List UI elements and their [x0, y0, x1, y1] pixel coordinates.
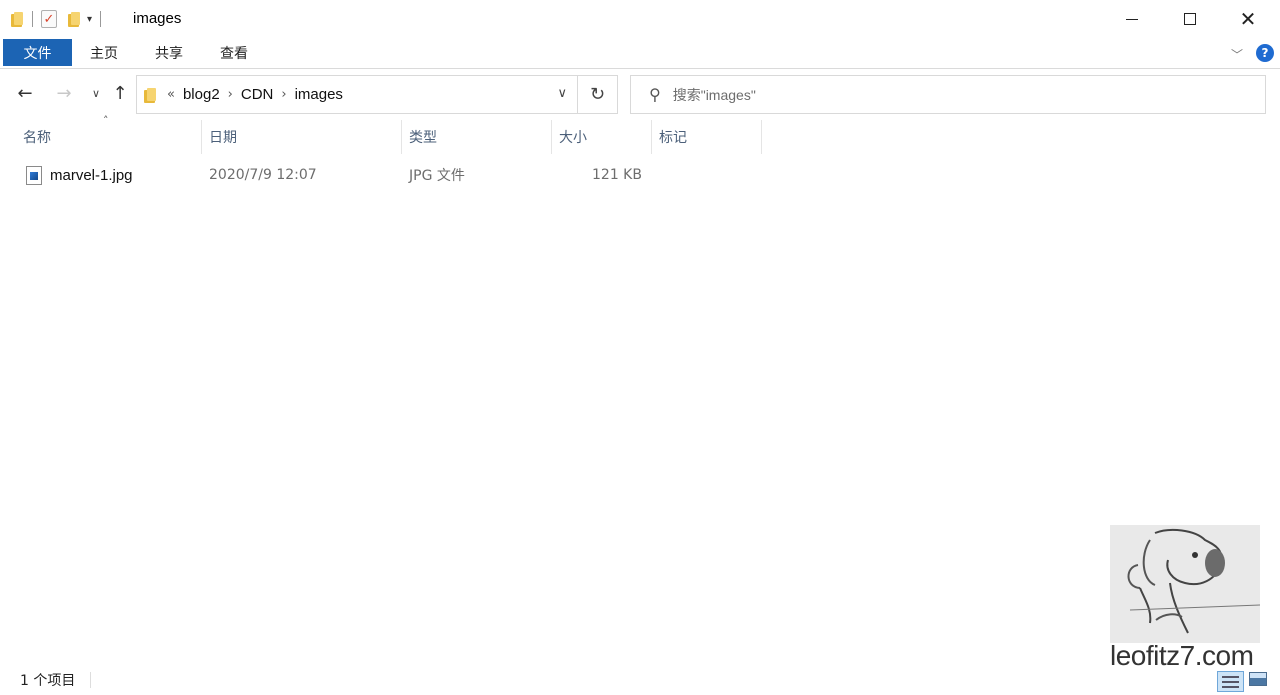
quick-access-toolbar: ✓ ▾ [10, 6, 109, 32]
details-view-icon[interactable] [1217, 671, 1244, 692]
refresh-icon: ↻ [589, 84, 606, 105]
column-header-date[interactable]: 日期 [201, 120, 401, 154]
tab-file[interactable]: 文件 [3, 39, 72, 66]
search-input[interactable]: ⚲ 搜索"images" [630, 75, 1266, 114]
file-type: JPG 文件 [409, 168, 465, 184]
maximize-icon [1184, 13, 1196, 25]
expand-ribbon-chevron-icon[interactable]: ﹀ [1231, 46, 1243, 63]
title-bar: ✓ ▾ images ✕ [0, 0, 1280, 38]
column-header-type[interactable]: 类型 [401, 120, 551, 154]
folder-icon [143, 87, 157, 103]
new-folder-icon[interactable] [67, 11, 81, 27]
large-icons-view-icon[interactable] [1249, 672, 1267, 686]
status-separator [90, 672, 91, 688]
recent-locations-chevron-icon[interactable]: ∨ [85, 82, 107, 104]
column-header-tags[interactable]: 标记 [651, 120, 761, 154]
file-date: 2020/7/9 12:07 [209, 167, 317, 183]
back-arrow-icon[interactable]: ← [14, 82, 36, 104]
breadcrumb-images[interactable]: images [295, 86, 343, 103]
search-icon: ⚲ [649, 85, 661, 104]
breadcrumb-blog2[interactable]: blog2 [183, 86, 220, 103]
item-count: 1 个项目 [20, 673, 76, 689]
breadcrumb-separator-icon[interactable]: › [228, 87, 233, 102]
column-header-name[interactable]: 名称 [15, 120, 201, 154]
breadcrumb-cdn[interactable]: CDN [241, 86, 274, 103]
customize-toolbar-dropdown-icon[interactable]: ▾ [87, 14, 92, 25]
tab-view[interactable]: 查看 [204, 39, 264, 66]
file-name-cell[interactable]: marvel-1.jpg [20, 158, 133, 192]
help-icon[interactable]: ? [1256, 44, 1274, 62]
file-row[interactable]: marvel-1.jpg 2020/7/9 12:07 JPG 文件 121 K… [20, 158, 660, 192]
jpg-file-icon [26, 165, 42, 185]
column-resize-handle[interactable] [761, 120, 762, 154]
overflow-chevron-icon[interactable]: « [167, 87, 175, 102]
watermark-dog-logo [1110, 525, 1260, 643]
search-placeholder: 搜索"images" [672, 86, 756, 103]
navigation-bar: ← → ∨ ↑ « blog2 › CDN › images ∨ ↻ ⚲ 搜索"… [0, 70, 1280, 118]
address-bar[interactable]: « blog2 › CDN › images ∨ [136, 75, 578, 114]
toolbar-separator [100, 11, 102, 27]
dog-sketch-icon [1127, 528, 1260, 634]
close-icon: ✕ [1239, 7, 1257, 31]
column-header-size[interactable]: 大小 [551, 120, 651, 154]
file-name: marvel-1.jpg [50, 166, 133, 184]
refresh-button[interactable]: ↻ [578, 75, 618, 114]
properties-icon[interactable]: ✓ [41, 10, 57, 28]
close-button[interactable]: ✕ [1219, 0, 1277, 38]
breadcrumb-separator-icon[interactable]: › [281, 87, 286, 102]
forward-arrow-icon[interactable]: → [53, 82, 75, 104]
ribbon: 文件 主页 共享 查看 ﹀ ? [0, 38, 1280, 69]
address-dropdown-chevron-icon[interactable]: ∨ [557, 86, 567, 101]
status-bar: 1 个项目 [0, 666, 1280, 695]
window-title: images [133, 10, 182, 27]
folder-icon[interactable] [10, 11, 24, 27]
column-header-row: 名称 日期 类型 大小 标记 [0, 120, 1280, 154]
minimize-icon [1126, 18, 1138, 20]
maximize-button[interactable] [1161, 0, 1219, 38]
tab-home[interactable]: 主页 [74, 39, 134, 66]
file-size: 121 KB [592, 167, 642, 183]
tab-share[interactable]: 共享 [138, 39, 200, 66]
up-arrow-icon[interactable]: ↑ [109, 82, 131, 104]
minimize-button[interactable] [1103, 0, 1161, 38]
toolbar-separator [32, 11, 33, 27]
